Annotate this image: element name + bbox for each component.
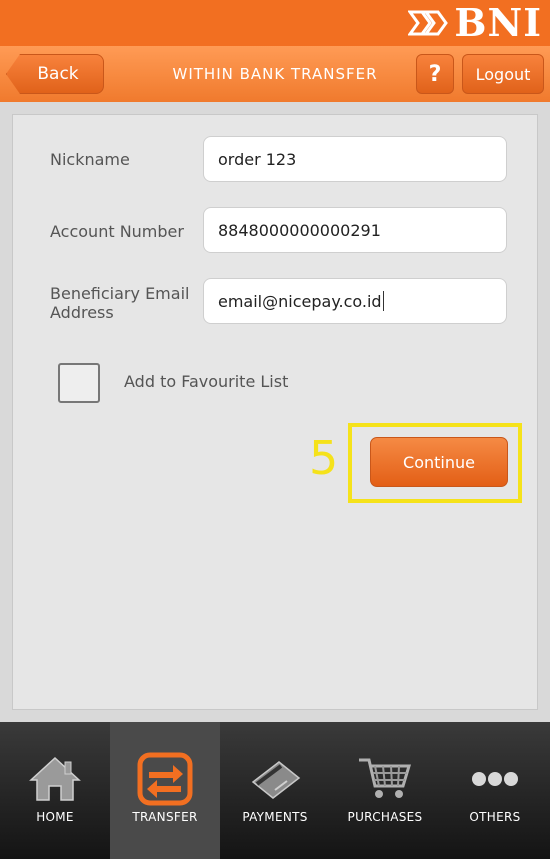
more-icon xyxy=(465,754,525,804)
nickname-input[interactable]: order 123 xyxy=(203,136,507,182)
tab-purchases[interactable]: PURCHASES xyxy=(330,722,440,859)
tab-transfer-label: TRANSFER xyxy=(132,810,198,824)
bni-logo: BNI xyxy=(408,4,542,42)
step-annotation-number: 5 xyxy=(309,431,339,485)
text-cursor xyxy=(382,291,384,311)
favourite-label: Add to Favourite List xyxy=(124,372,289,391)
tab-payments-label: PAYMENTS xyxy=(242,810,308,824)
favourite-checkbox[interactable] xyxy=(58,363,100,403)
continue-button[interactable]: Continue xyxy=(370,437,508,487)
tab-others[interactable]: OTHERS xyxy=(440,722,550,859)
beneficiary-email-label-line1: Beneficiary Email xyxy=(50,284,190,303)
transfer-icon xyxy=(135,752,195,806)
beneficiary-email-value: email@nicepay.co.id xyxy=(218,291,382,311)
tab-others-label: OTHERS xyxy=(469,810,521,824)
cart-icon xyxy=(355,754,415,804)
tab-purchases-label: PURCHASES xyxy=(347,810,423,824)
bottom-tab-bar: HOME TRANSFER PAYMENTS PURCHASES OTHERS xyxy=(0,722,550,859)
account-number-input[interactable]: 8848000000000291 xyxy=(203,207,507,253)
tab-home-label: HOME xyxy=(36,810,74,824)
tab-home[interactable]: HOME xyxy=(0,722,110,859)
card-icon xyxy=(245,754,305,804)
page-title: WITHIN BANK TRANSFER xyxy=(172,65,378,83)
help-button[interactable]: ? xyxy=(416,54,454,94)
bni-logo-icon xyxy=(408,10,449,36)
account-number-label: Account Number xyxy=(50,222,184,241)
bni-logo-text: BNI xyxy=(454,0,542,45)
beneficiary-email-label: Beneficiary Email Address xyxy=(50,284,189,322)
logout-button[interactable]: Logout xyxy=(462,54,544,94)
tab-payments[interactable]: PAYMENTS xyxy=(220,722,330,859)
back-button[interactable]: Back xyxy=(6,54,104,94)
nickname-label: Nickname xyxy=(50,150,130,169)
top-brand-bar: BNI xyxy=(0,0,550,46)
navigation-bar: Back WITHIN BANK TRANSFER ? Logout xyxy=(0,46,550,102)
home-icon xyxy=(25,754,85,804)
transfer-form-panel xyxy=(12,114,538,710)
beneficiary-email-input[interactable]: email@nicepay.co.id xyxy=(203,278,507,324)
tab-transfer[interactable]: TRANSFER xyxy=(110,722,220,859)
beneficiary-email-label-line2: Address xyxy=(50,303,114,322)
